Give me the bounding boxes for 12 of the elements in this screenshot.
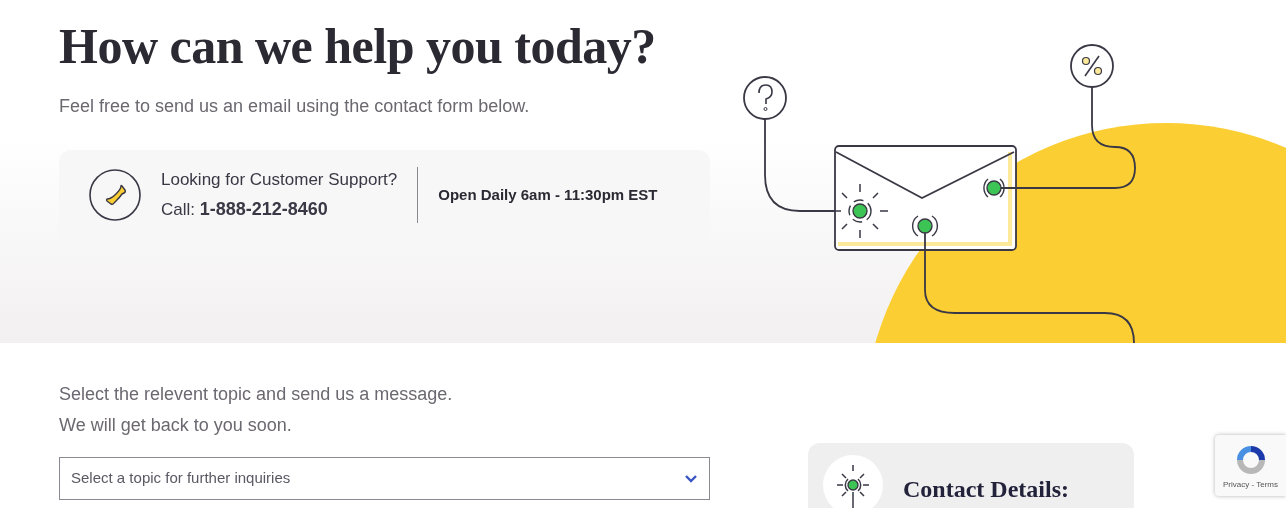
page-subtitle: Feel free to send us an email using the contact form below.	[59, 95, 531, 118]
support-hours: Open Daily 6am - 11:30pm EST	[438, 184, 658, 205]
form-intro-text: Select the relevent topic and send us a message.	[59, 383, 454, 406]
support-phone: Call: 1-888-212-8460	[161, 198, 329, 222]
signal-light-icon	[823, 455, 883, 508]
topic-select[interactable]: Select a topic for further inquiries	[59, 457, 710, 500]
recaptcha-links[interactable]: Privacy - Terms	[1223, 479, 1278, 491]
chevron-down-icon	[684, 474, 698, 483]
form-intro-text: We will get back to you soon.	[59, 414, 293, 437]
support-question: Looking for Customer Support?	[161, 168, 398, 191]
page-title: How can we help you today?	[59, 18, 657, 74]
contact-card-title: Contact Details:	[903, 475, 1069, 504]
